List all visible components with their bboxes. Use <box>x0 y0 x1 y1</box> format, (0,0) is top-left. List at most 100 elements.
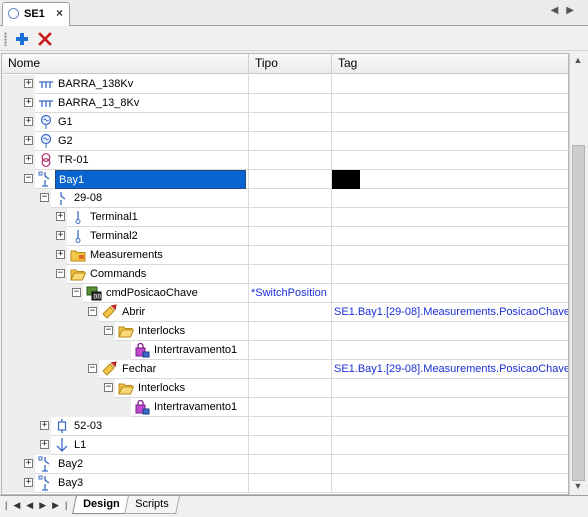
prev-page-icon[interactable]: ◀ <box>26 500 39 510</box>
tree-row[interactable]: − Fechar SE1.Bay1.[29-08].Measurements.Pos… <box>2 360 568 379</box>
cell-tipo[interactable] <box>249 189 332 208</box>
tree-row[interactable]: + Terminal1 <box>2 208 568 227</box>
collapse-icon[interactable]: − <box>104 326 113 335</box>
expand-icon[interactable]: + <box>24 155 33 164</box>
first-page-icon[interactable]: |◀ <box>5 500 26 510</box>
cell-tag[interactable] <box>332 227 568 246</box>
expand-icon[interactable]: + <box>24 459 33 468</box>
cell-tag[interactable] <box>332 265 568 284</box>
collapse-icon[interactable]: − <box>72 288 81 297</box>
cell-tipo[interactable] <box>249 398 332 417</box>
tree-row[interactable]: − Interlocks <box>2 379 568 398</box>
cell-tipo[interactable] <box>249 265 332 284</box>
cell-tag[interactable]: SE1.Bay1.[29-08].Measurements.PosicaoCha… <box>332 303 568 322</box>
cell-tag[interactable] <box>332 75 568 94</box>
cell-tag[interactable] <box>332 246 568 265</box>
tree-row[interactable]: + L1 <box>2 436 568 455</box>
tree-row[interactable]: + Terminal2 <box>2 227 568 246</box>
tree-row[interactable]: + G2 <box>2 132 568 151</box>
tree-row[interactable]: + TR-01 <box>2 151 568 170</box>
cell-tag[interactable] <box>332 417 568 436</box>
tree-row[interactable]: + Bay3 <box>2 474 568 493</box>
expand-icon[interactable]: + <box>24 136 33 145</box>
tab-scroll-left-icon[interactable]: ◀ <box>551 5 567 16</box>
expand-icon[interactable]: + <box>56 231 65 240</box>
tree-row[interactable]: + Measurements <box>2 246 568 265</box>
cell-tag[interactable] <box>332 322 568 341</box>
scrollbar-thumb[interactable] <box>572 145 585 481</box>
scroll-up-icon[interactable]: ▲ <box>573 55 583 65</box>
tree-row[interactable]: Intertravamento1 <box>2 398 568 417</box>
collapse-icon[interactable]: − <box>24 174 33 183</box>
tree-row[interactable]: +52-03 <box>2 417 568 436</box>
cell-tipo[interactable] <box>249 474 332 493</box>
tree-row[interactable]: Intertravamento1 <box>2 341 568 360</box>
vertical-scrollbar[interactable]: ▲ ▼ <box>569 53 586 495</box>
cell-tag[interactable] <box>332 284 568 303</box>
cell-tag[interactable] <box>332 341 568 360</box>
cell-tipo[interactable] <box>249 246 332 265</box>
last-page-icon[interactable]: ▶| <box>52 500 73 510</box>
collapse-icon[interactable]: − <box>88 307 97 316</box>
cell-tipo[interactable] <box>249 379 332 398</box>
cell-tipo[interactable] <box>249 75 332 94</box>
tree-row[interactable]: + Bay2 <box>2 455 568 474</box>
cell-tag[interactable] <box>332 94 568 113</box>
expand-icon[interactable]: + <box>56 250 65 259</box>
cell-tag[interactable] <box>332 113 568 132</box>
cell-tipo[interactable]: *SwitchPosition <box>249 284 332 303</box>
column-header-tipo[interactable]: Tipo <box>249 54 332 74</box>
expand-icon[interactable]: + <box>24 117 33 126</box>
add-button[interactable] <box>12 29 32 49</box>
tab-design[interactable]: Design <box>72 496 131 514</box>
cell-tipo[interactable] <box>249 94 332 113</box>
cell-tag[interactable] <box>332 132 568 151</box>
collapse-icon[interactable]: − <box>104 383 113 392</box>
cell-tag[interactable] <box>332 436 568 455</box>
cell-tipo[interactable] <box>249 436 332 455</box>
cell-tag[interactable] <box>332 379 568 398</box>
delete-button[interactable] <box>35 29 55 49</box>
cell-tipo[interactable] <box>249 208 332 227</box>
cell-tag[interactable] <box>332 208 568 227</box>
cell-tipo[interactable] <box>249 170 332 189</box>
cell-tipo[interactable] <box>249 360 332 379</box>
cell-tag[interactable] <box>332 474 568 493</box>
column-header-tag[interactable]: Tag <box>332 54 568 74</box>
expand-icon[interactable]: + <box>24 478 33 487</box>
cell-tipo[interactable] <box>249 417 332 436</box>
tree-row[interactable]: + BARRA_13_8Kv <box>2 94 568 113</box>
cell-tag[interactable] <box>332 151 568 170</box>
tree-row[interactable]: − Bay1 <box>2 170 568 189</box>
tree-row[interactable]: − Abrir SE1.Bay1.[29-08].Measurements.Posi… <box>2 303 568 322</box>
cell-tag[interactable] <box>332 189 568 208</box>
toolbar-grip[interactable] <box>4 32 7 46</box>
document-tab-se1[interactable]: SE1 × <box>2 2 70 26</box>
expand-icon[interactable]: + <box>24 98 33 107</box>
column-header-nome[interactable]: Nome <box>2 54 249 74</box>
cell-tipo[interactable] <box>249 455 332 474</box>
collapse-icon[interactable]: − <box>56 269 65 278</box>
collapse-icon[interactable]: − <box>40 193 49 202</box>
tree-row[interactable]: + G1 <box>2 113 568 132</box>
expand-icon[interactable]: + <box>40 421 49 430</box>
cell-tag[interactable] <box>332 398 568 417</box>
tree-row[interactable]: − 29-08 <box>2 189 568 208</box>
cell-tag[interactable]: SE1.Bay1.[29-08].Measurements.PosicaoCha… <box>332 360 568 379</box>
cell-tipo[interactable] <box>249 341 332 360</box>
scroll-down-icon[interactable]: ▼ <box>573 481 583 491</box>
tree-row[interactable]: − Interlocks <box>2 322 568 341</box>
cell-tipo[interactable] <box>249 151 332 170</box>
expand-icon[interactable]: + <box>56 212 65 221</box>
cell-tipo[interactable] <box>249 303 332 322</box>
tree-row[interactable]: + BARRA_138Kv <box>2 75 568 94</box>
close-tab-icon[interactable]: × <box>56 6 63 20</box>
expand-icon[interactable]: + <box>40 440 49 449</box>
tab-scroll-right-icon[interactable]: ▶ <box>566 5 582 16</box>
cell-tipo[interactable] <box>249 227 332 246</box>
expand-icon[interactable]: + <box>24 79 33 88</box>
cell-tag[interactable] <box>332 455 568 474</box>
collapse-icon[interactable]: − <box>88 364 97 373</box>
next-page-icon[interactable]: ▶ <box>39 500 52 510</box>
cell-tipo[interactable] <box>249 322 332 341</box>
